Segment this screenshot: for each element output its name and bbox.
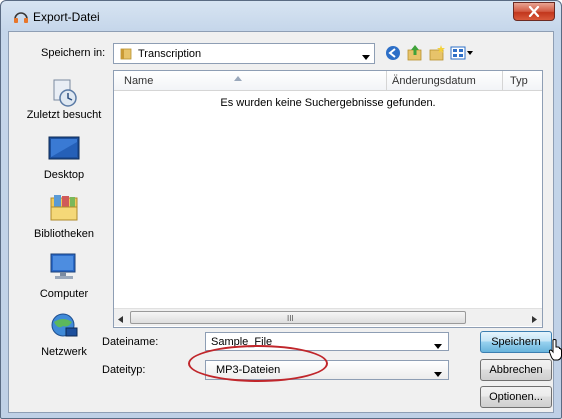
highlight-ellipse-annotation bbox=[188, 345, 328, 382]
horizontal-scrollbar[interactable]: III bbox=[114, 308, 542, 326]
scroll-left-icon[interactable] bbox=[118, 314, 123, 326]
place-label: Computer bbox=[39, 288, 89, 300]
empty-results-message: Es wurden keine Suchergebnisse gefunden. bbox=[220, 97, 436, 109]
places-bar: Zuletzt besucht Desktop Bibliotheken Com… bbox=[15, 70, 113, 358]
column-divider[interactable] bbox=[386, 71, 387, 91]
place-label: Netzwerk bbox=[41, 346, 87, 358]
headphones-icon bbox=[13, 10, 29, 24]
save-in-label: Speichern in: bbox=[41, 47, 106, 59]
scrollbar-grip: III bbox=[287, 314, 294, 323]
up-folder-icon[interactable] bbox=[406, 44, 424, 62]
export-dialog-window: Export-Datei Speichern in: Transcription bbox=[0, 0, 562, 419]
folder-icon bbox=[120, 47, 132, 60]
filetype-label: Dateityp: bbox=[102, 364, 146, 376]
libraries-icon bbox=[48, 192, 80, 224]
chevron-down-icon bbox=[434, 368, 442, 380]
column-name[interactable]: Name bbox=[124, 75, 153, 87]
computer-icon bbox=[48, 252, 80, 284]
network-icon bbox=[48, 310, 80, 342]
list-header: Name Änderungsdatum Typ bbox=[114, 71, 542, 91]
filename-label: Dateiname: bbox=[102, 336, 159, 348]
file-list[interactable]: Name Änderungsdatum Typ Es wurden keine … bbox=[113, 70, 543, 328]
back-icon[interactable] bbox=[384, 44, 402, 62]
options-button[interactable]: Optionen... bbox=[480, 386, 552, 408]
new-folder-icon[interactable] bbox=[428, 44, 446, 62]
place-label: Desktop bbox=[43, 169, 85, 181]
mouse-cursor-icon bbox=[548, 339, 562, 364]
title-bar[interactable]: Export-Datei bbox=[1, 1, 561, 31]
save-in-value: Transcription bbox=[138, 48, 202, 60]
place-label: Bibliotheken bbox=[34, 228, 94, 240]
scrollbar-thumb[interactable]: III bbox=[130, 311, 466, 324]
window-title: Export-Datei bbox=[33, 10, 100, 24]
sort-ascending-icon bbox=[234, 72, 242, 84]
column-modified[interactable]: Änderungsdatum bbox=[392, 75, 476, 87]
save-in-dropdown[interactable]: Transcription bbox=[113, 43, 375, 64]
cancel-button[interactable]: Abbrechen bbox=[480, 359, 552, 381]
chevron-down-icon bbox=[362, 51, 370, 63]
chevron-down-icon[interactable] bbox=[434, 340, 442, 352]
close-icon bbox=[528, 6, 540, 17]
close-button[interactable] bbox=[513, 2, 555, 21]
desktop-icon bbox=[48, 134, 80, 166]
place-label: Zuletzt besucht bbox=[26, 109, 102, 121]
column-divider[interactable] bbox=[502, 71, 503, 91]
view-menu-icon[interactable] bbox=[450, 44, 474, 62]
column-type[interactable]: Typ bbox=[510, 75, 528, 87]
recent-places-icon bbox=[48, 76, 80, 108]
save-button[interactable]: Speichern bbox=[480, 331, 552, 353]
scroll-right-icon[interactable] bbox=[532, 314, 537, 326]
